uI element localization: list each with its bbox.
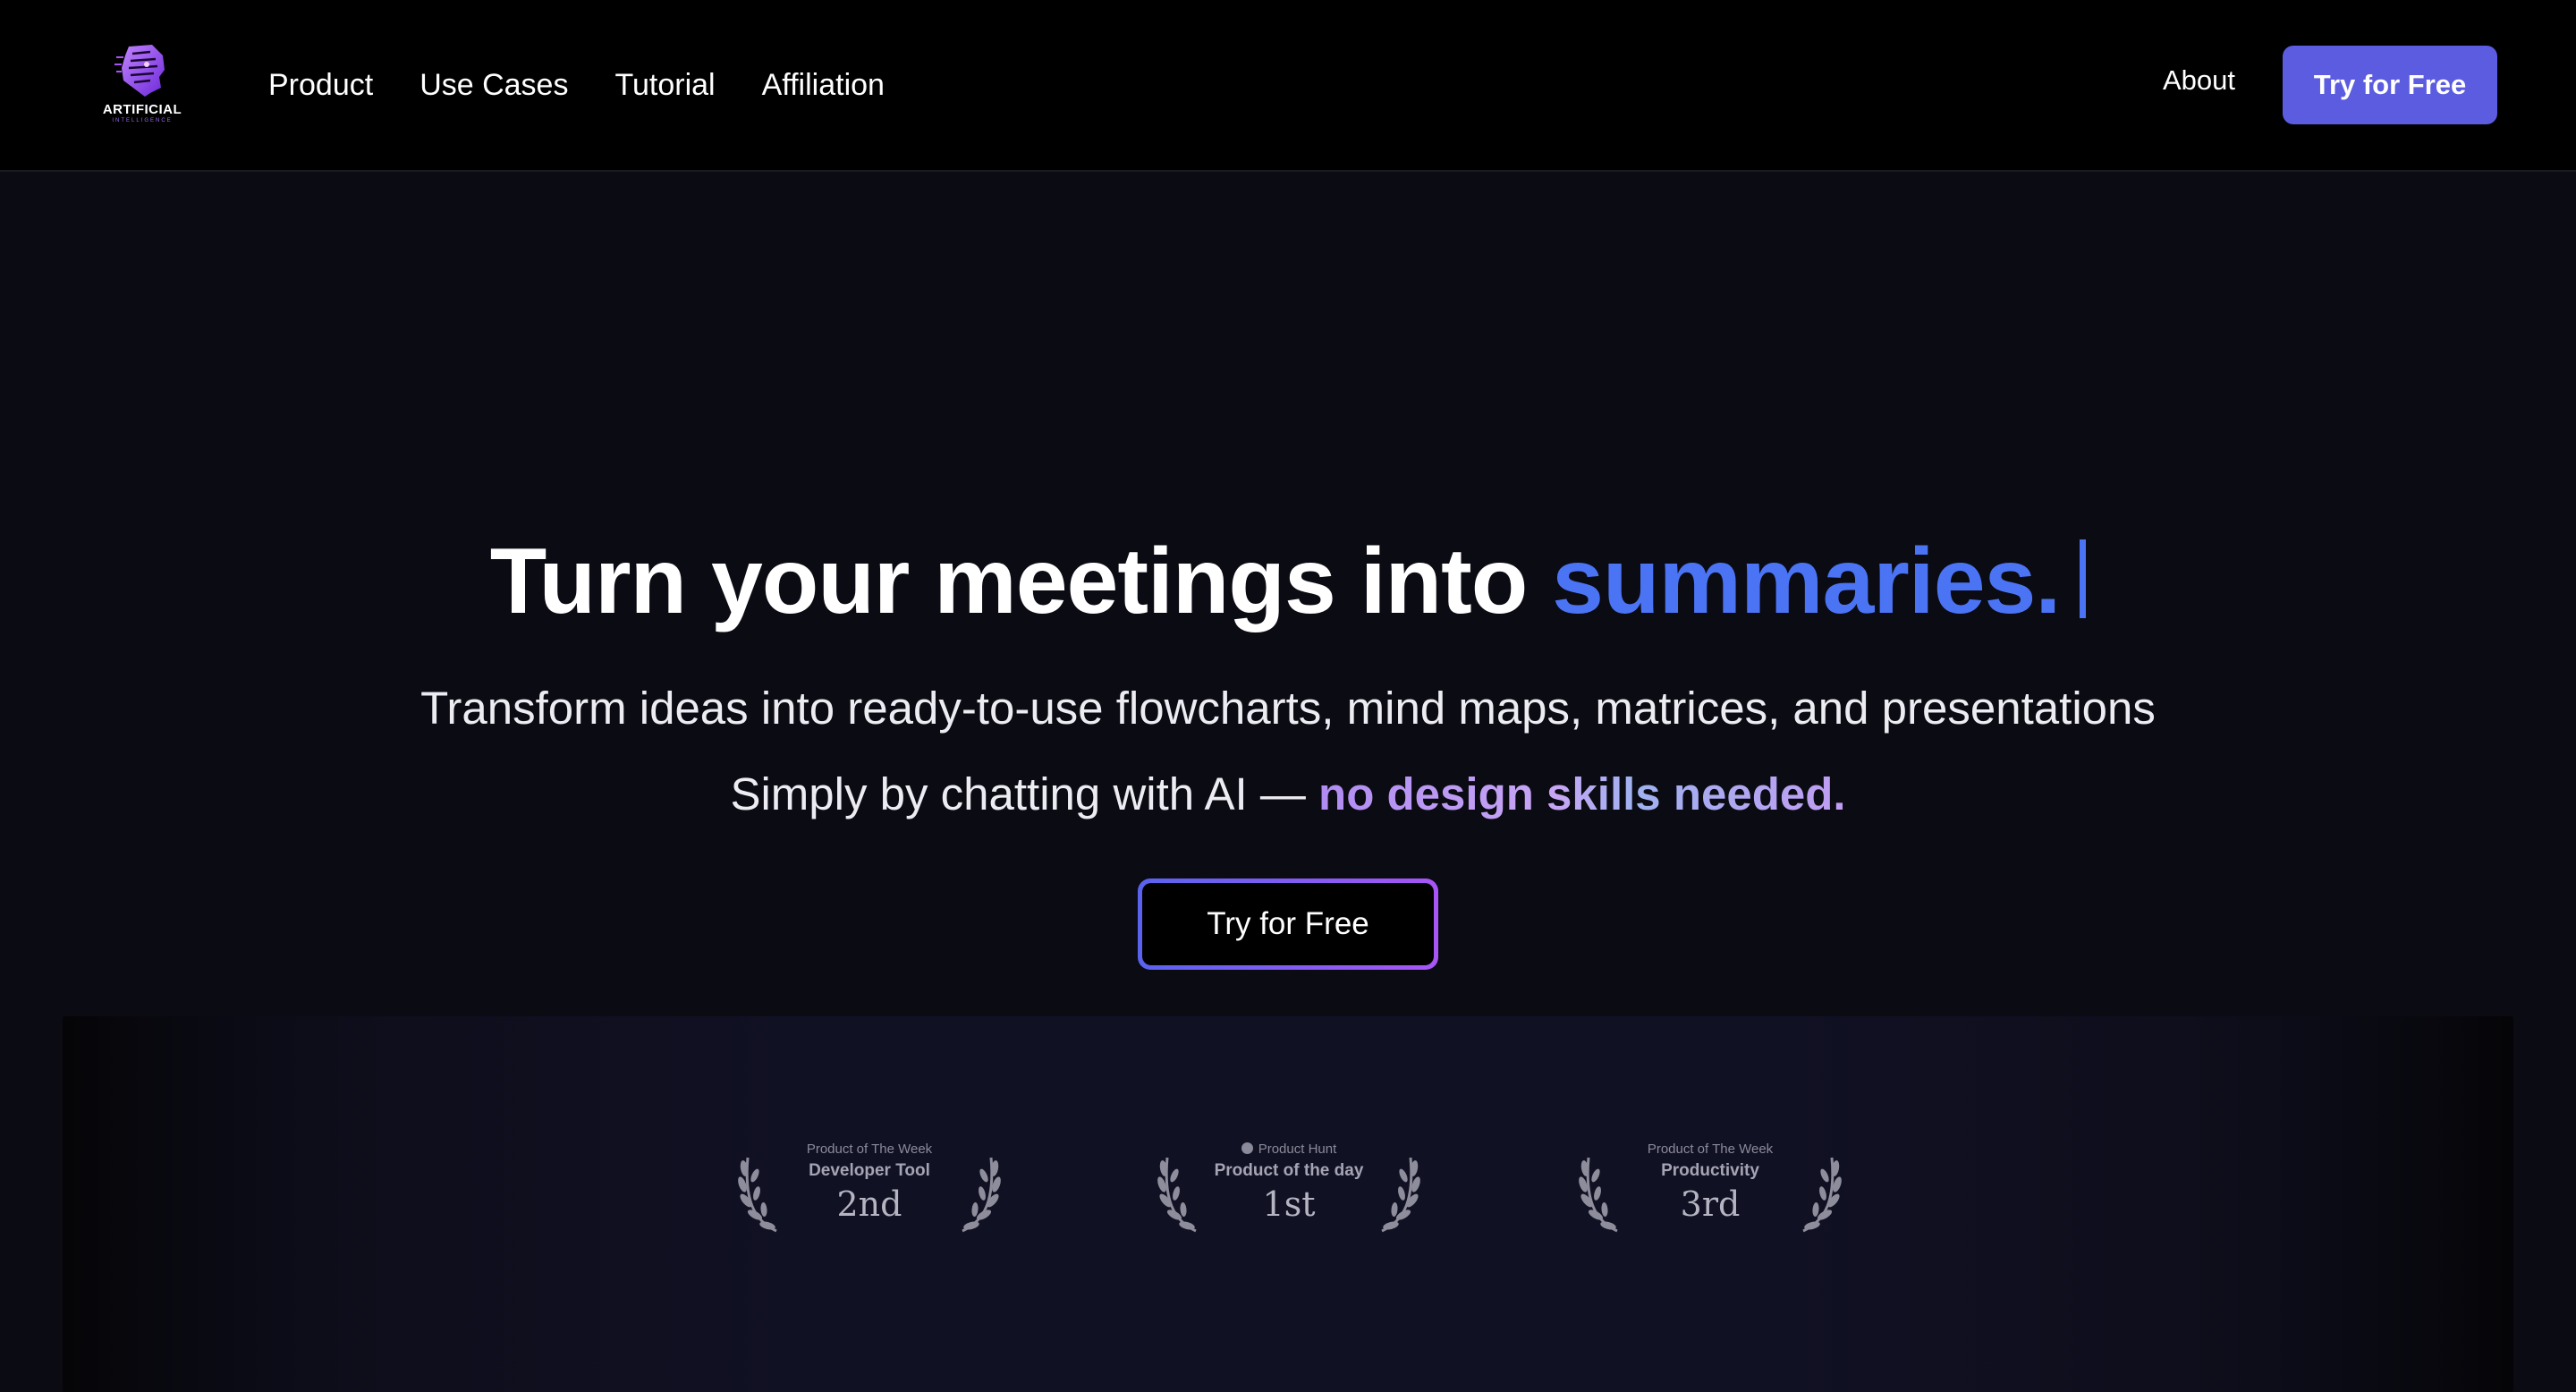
nav-link-use-cases[interactable]: Use Cases xyxy=(419,68,568,103)
award-rank: 3rd xyxy=(1680,1184,1741,1224)
hero-title-plain: Turn your meetings into xyxy=(489,530,1553,633)
award-badge-productivity[interactable]: Product of The Week Productivity 3rd xyxy=(1576,1134,1844,1242)
hero-subtitle-2: Simply by chatting with AI — no design s… xyxy=(0,768,2576,820)
nav-link-affiliation[interactable]: Affiliation xyxy=(762,68,885,103)
nav-link-product[interactable]: Product xyxy=(268,68,373,103)
typing-cursor xyxy=(2080,539,2087,618)
hero-subtitle-1: Transform ideas into ready-to-use flowch… xyxy=(420,683,2156,734)
award-heading: Product of The Week xyxy=(806,1142,933,1157)
nav-link-about[interactable]: About xyxy=(2163,64,2235,97)
hero-title-accent: summaries. xyxy=(1552,530,2061,633)
brand-name: ARTIFICIAL xyxy=(102,102,182,117)
nav-try-free-button[interactable]: Try for Free xyxy=(2283,46,2497,124)
award-badge-developer-tool[interactable]: Product of The Week Developer Tool 2nd xyxy=(735,1134,1004,1242)
brand-tagline: INTELLIGENCE xyxy=(112,118,173,123)
hero-subtitle-2-plain: Simply by chatting with AI — xyxy=(730,768,1319,819)
award-heading-text: Product Hunt xyxy=(1258,1142,1337,1157)
brand-logo[interactable]: ARTIFICIAL INTELLIGENCE xyxy=(95,41,190,125)
award-rank: 2nd xyxy=(836,1184,902,1224)
award-heading: Product Hunt xyxy=(1155,1142,1423,1157)
hero-try-free-label: Try for Free xyxy=(1142,883,1434,965)
award-category: Productivity xyxy=(1661,1161,1759,1180)
award-rank: 1st xyxy=(1262,1184,1316,1224)
award-badge-product-of-the-day[interactable]: Product Hunt Product of the day 1st xyxy=(1155,1134,1423,1242)
hero-try-free-button[interactable]: Try for Free xyxy=(1138,878,1438,970)
product-hunt-icon xyxy=(1241,1142,1253,1154)
award-heading: Product of The Week xyxy=(1647,1142,1774,1157)
award-category: Developer Tool xyxy=(809,1161,930,1180)
nav-links: Product Use Cases Tutorial Affiliation xyxy=(268,63,885,107)
nav-link-tutorial[interactable]: Tutorial xyxy=(614,68,715,103)
top-navbar: ARTIFICIAL INTELLIGENCE Product Use Case… xyxy=(0,0,2576,172)
hero-subtitle-2-highlight: no design skills needed. xyxy=(1318,768,1846,819)
ai-head-logo-icon xyxy=(114,45,165,97)
award-category: Product of the day xyxy=(1214,1161,1364,1180)
hero-title: Turn your meetings into summaries. xyxy=(0,519,2576,644)
